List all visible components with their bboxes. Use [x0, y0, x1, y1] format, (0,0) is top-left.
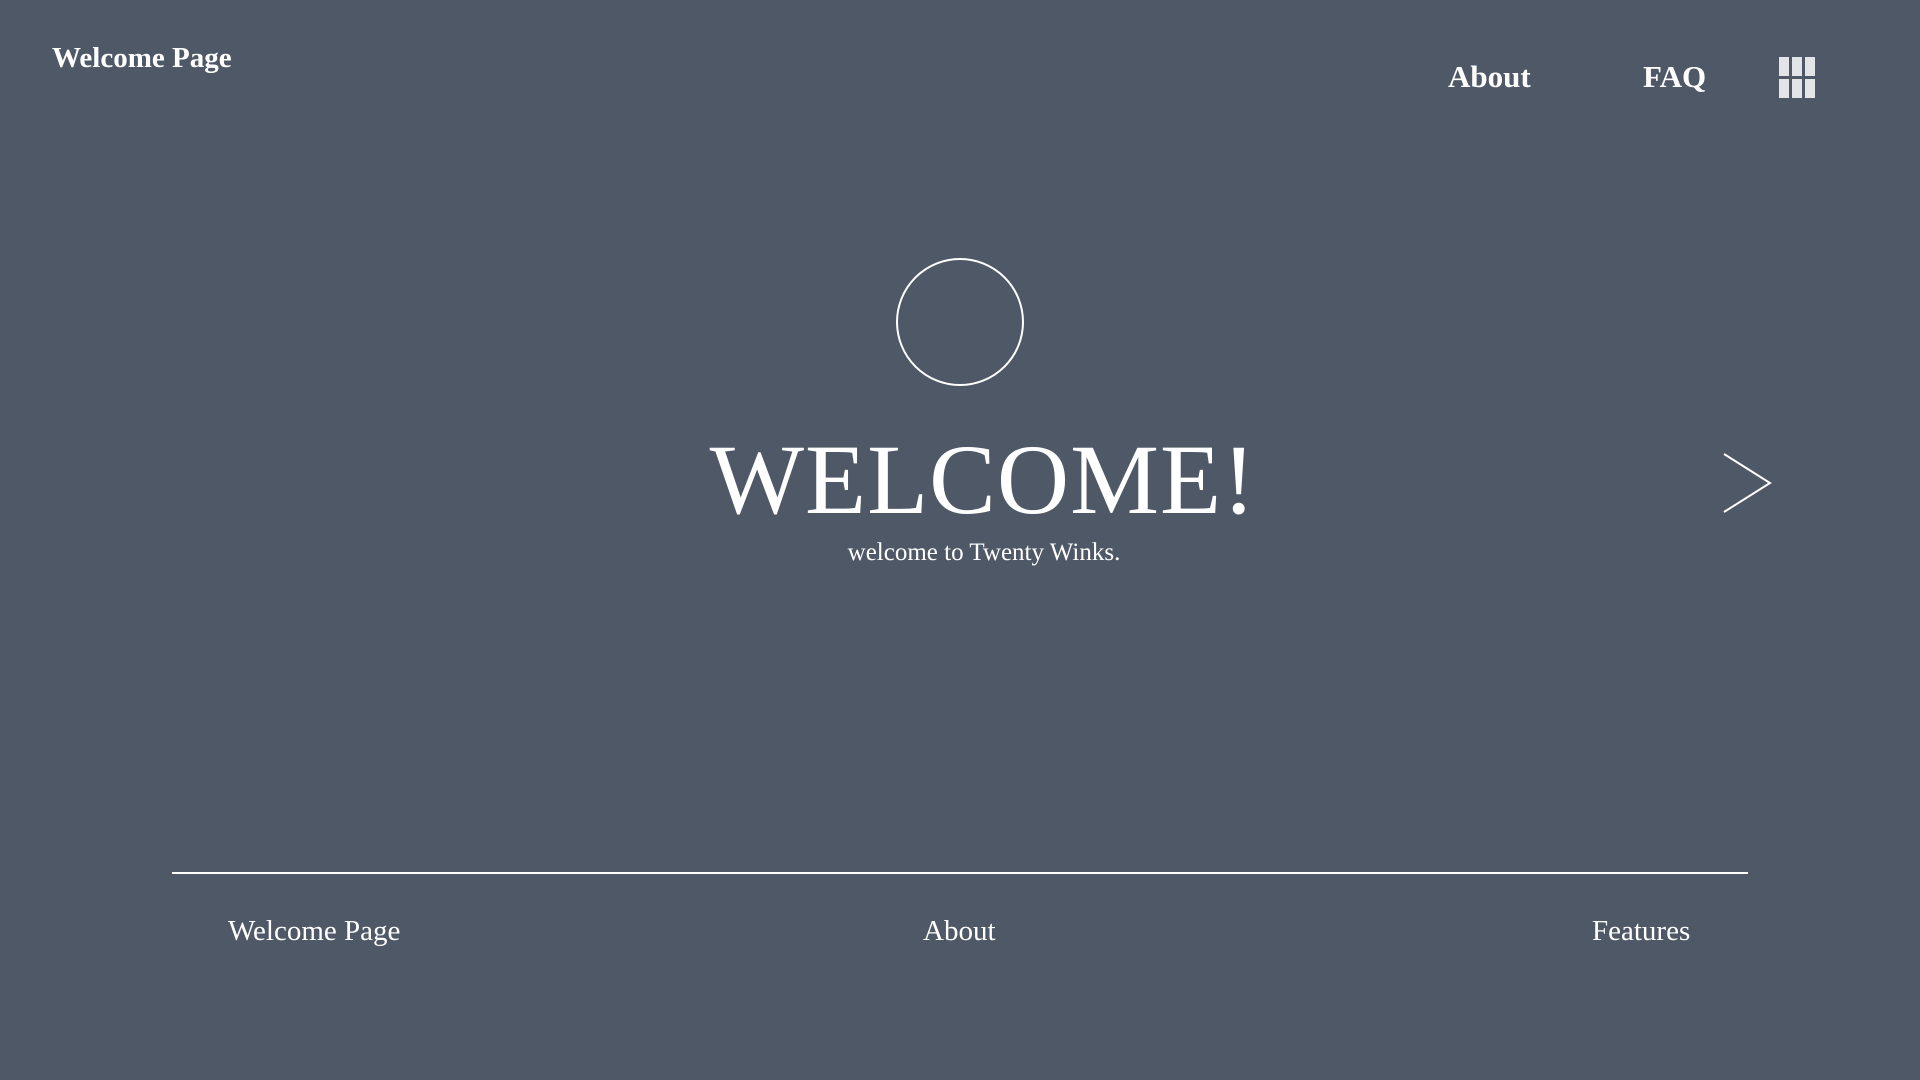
footer-divider [172, 872, 1748, 874]
nav-about-link[interactable]: About [1448, 58, 1531, 95]
hero-title: WELCOME! [709, 424, 1257, 535]
chevron-right-icon[interactable] [1720, 450, 1774, 516]
hero-subtitle: welcome to Twenty Winks. [847, 539, 1121, 566]
footer-about-link[interactable]: About [923, 914, 996, 949]
grid-cell [1779, 79, 1789, 98]
grid-cell [1805, 79, 1815, 98]
grid-cell [1792, 79, 1802, 98]
grid-cell [1792, 57, 1802, 76]
circle-outline-icon [896, 258, 1024, 386]
grid-menu-icon[interactable] [1779, 57, 1815, 99]
top-nav: About FAQ [0, 58, 1920, 98]
footer-welcome-link[interactable]: Welcome Page [228, 914, 400, 949]
nav-faq-link[interactable]: FAQ [1643, 58, 1706, 95]
welcome-page: Welcome Page About FAQ WELCOME! welcome … [0, 0, 1920, 1080]
grid-cell [1779, 57, 1789, 76]
grid-cell [1805, 57, 1815, 76]
footer-features-link[interactable]: Features [1592, 914, 1690, 949]
